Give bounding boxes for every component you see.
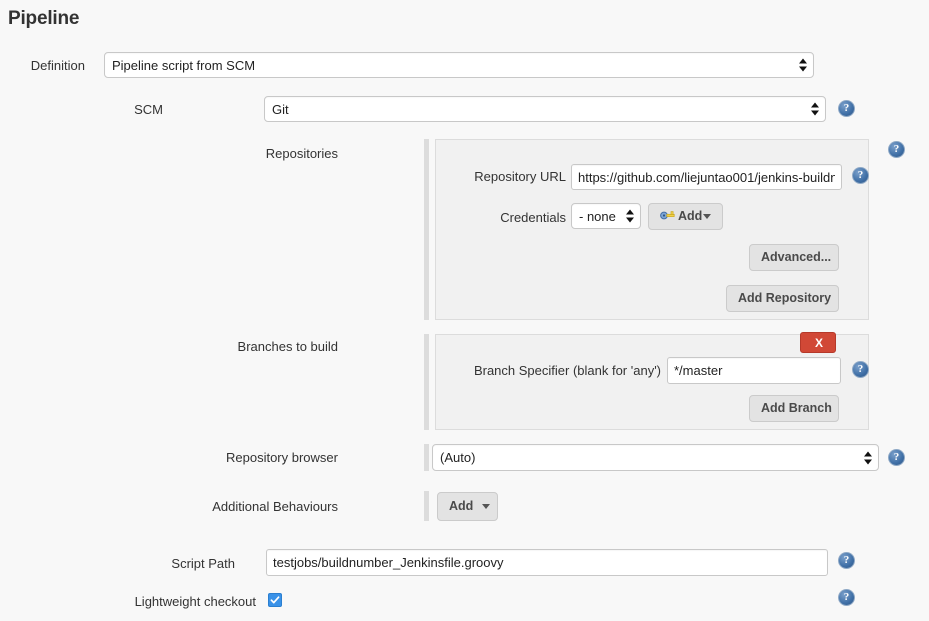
branches-left-bar (424, 334, 429, 430)
branch-specifier-input[interactable] (667, 357, 841, 384)
lightweight-checkout-label: Lightweight checkout (134, 594, 256, 609)
scm-select[interactable]: Git (264, 96, 826, 122)
scm-row: SCM Git (0, 96, 929, 122)
repository-browser-select-wrapper[interactable]: (Auto) (432, 444, 879, 471)
additional-behaviours-left-bar (424, 491, 429, 521)
credentials-select[interactable]: - none - (571, 203, 641, 229)
repositories-label: Repositories (265, 146, 338, 161)
page-title: Pipeline (8, 8, 80, 29)
repository-url-input[interactable] (571, 164, 842, 190)
chevron-down-icon (703, 214, 712, 219)
repositories-panel: Repository URL ? Credentials - none - Ad… (435, 139, 869, 320)
credentials-select-wrapper[interactable]: - none - (571, 203, 641, 229)
branches-panel: X Branch Specifier (blank for 'any') ? A… (435, 332, 869, 430)
branch-specifier-help-icon[interactable]: ? (852, 361, 869, 378)
key-icon (660, 209, 675, 224)
definition-row: Definition Pipeline script from SCM (0, 52, 929, 78)
repository-browser-help-icon[interactable]: ? (888, 449, 905, 466)
advanced-button[interactable]: Advanced... (749, 244, 839, 271)
script-path-input[interactable] (266, 549, 828, 576)
add-credentials-label: Add (678, 208, 703, 223)
script-path-help-icon[interactable]: ? (838, 552, 855, 569)
add-repository-button[interactable]: Add Repository (726, 285, 839, 312)
lightweight-checkout-help-icon[interactable]: ? (838, 589, 855, 606)
additional-behaviours-label: Additional Behaviours (212, 499, 338, 514)
repository-browser-select[interactable]: (Auto) (432, 444, 879, 471)
additional-behaviours-add-label: Add (449, 498, 474, 513)
script-path-label: Script Path (171, 556, 235, 571)
checkmark-icon (270, 596, 280, 604)
repositories-help-icon[interactable]: ? (888, 141, 905, 158)
definition-select-wrapper[interactable]: Pipeline script from SCM (104, 52, 814, 78)
repository-browser-label: Repository browser (226, 450, 338, 465)
credentials-label: Credentials (500, 210, 566, 225)
lightweight-checkout-checkbox[interactable] (268, 593, 282, 607)
add-credentials-button[interactable]: Add (648, 203, 724, 230)
scm-select-wrapper[interactable]: Git (264, 96, 826, 122)
repository-browser-left-bar (424, 444, 429, 471)
branches-label: Branches to build (237, 339, 338, 354)
repository-url-label: Repository URL (474, 169, 566, 184)
repositories-left-bar (424, 139, 429, 320)
repository-url-help-icon[interactable]: ? (852, 167, 869, 184)
definition-label: Definition (30, 57, 85, 73)
definition-select[interactable]: Pipeline script from SCM (104, 52, 814, 78)
chevron-down-icon (481, 503, 490, 509)
scm-label: SCM (134, 101, 163, 117)
additional-behaviours-add-button[interactable]: Add (437, 492, 498, 521)
add-branch-button[interactable]: Add Branch (749, 395, 839, 422)
scm-help-icon[interactable]: ? (838, 100, 855, 117)
delete-branch-button[interactable]: X (800, 332, 836, 353)
branch-specifier-label: Branch Specifier (blank for 'any') (473, 363, 661, 378)
